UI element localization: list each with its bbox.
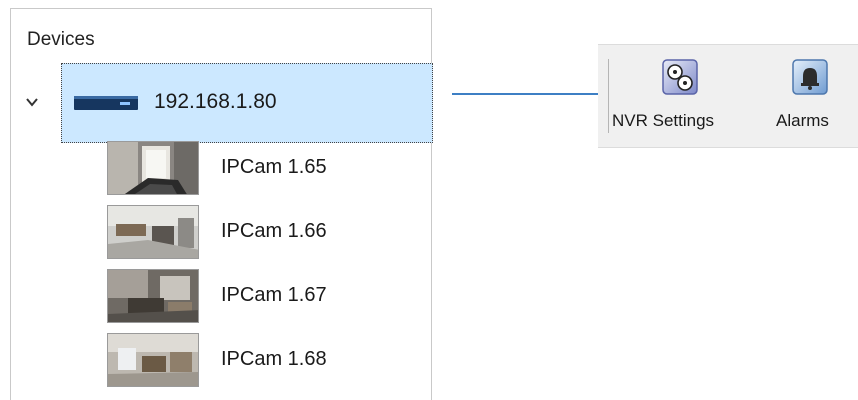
camera-thumbnail — [107, 333, 199, 387]
tree-item-camera-label: IPCam 1.66 — [221, 220, 327, 242]
camera-thumbnail — [107, 205, 199, 259]
toolbar: NVR Settings Alarms — [598, 44, 858, 148]
tree-item-nvr-label: 192.168.1.80 — [154, 90, 277, 113]
alarms-label: Alarms — [776, 111, 829, 130]
nvr-settings-label: NVR Settings — [612, 111, 715, 130]
nvr-recorder-icon — [74, 96, 138, 110]
camera-thumbnail — [107, 141, 199, 195]
tree-item-camera-label: IPCam 1.65 — [221, 156, 327, 178]
tree-item-camera-label: IPCam 1.68 — [221, 348, 327, 370]
device-tree-title: Devices — [27, 29, 95, 50]
tree-item-camera[interactable]: IPCam 1.68 — [107, 333, 427, 389]
tree-item-camera-label: IPCam 1.67 — [221, 284, 327, 306]
film-reels-icon — [662, 59, 698, 95]
tree-item-nvr[interactable]: 192.168.1.80 — [61, 63, 433, 143]
tree-item-camera[interactable]: IPCam 1.65 — [107, 141, 427, 197]
chevron-down-icon[interactable] — [25, 95, 39, 109]
tree-item-camera[interactable]: IPCam 1.66 — [107, 205, 427, 261]
toolbar-separator — [608, 59, 609, 133]
bell-icon — [792, 59, 828, 95]
tree-item-camera[interactable]: IPCam 1.67 — [107, 269, 427, 325]
device-tree-panel: Devices 192.168.1.80 IPCam 1.65 IPCam 1.… — [10, 8, 433, 400]
camera-thumbnail — [107, 269, 199, 323]
